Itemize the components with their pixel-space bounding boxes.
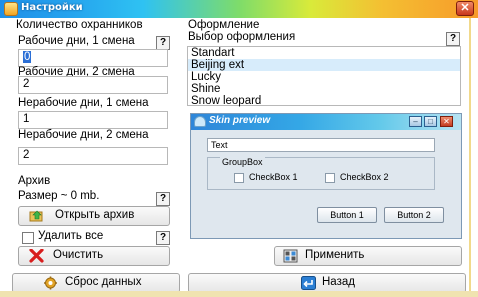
- appearance-heading: Оформление: [188, 19, 260, 31]
- reset-button[interactable]: Сброс данных: [12, 273, 180, 293]
- apply-label: Применить: [305, 249, 365, 261]
- red-x-icon: [29, 248, 44, 263]
- weekend2-label: Нерабочие дни, 2 смена: [18, 129, 149, 141]
- gear-icon: [43, 276, 58, 290]
- open-archive-label: Открыть архив: [55, 209, 135, 221]
- open-archive-button[interactable]: Открыть архив: [18, 206, 170, 226]
- delete-all-label: Удалить все: [38, 230, 104, 242]
- clear-button[interactable]: Очистить: [18, 246, 170, 266]
- preview-minimize-icon: –: [409, 116, 422, 127]
- preview-button-1: Button 1: [317, 207, 377, 223]
- back-label: Назад: [322, 276, 355, 288]
- skin-list-item-selected[interactable]: Beijing ext: [188, 59, 460, 71]
- preview-title: Skin preview: [209, 115, 271, 126]
- weekend1-label: Нерабочие дни, 1 смена: [18, 97, 149, 109]
- skin-list-item[interactable]: Lucky: [188, 71, 460, 83]
- help-icon[interactable]: ?: [156, 36, 170, 50]
- apply-grid-icon: [283, 249, 298, 263]
- window-bottom-border: [0, 291, 478, 297]
- help-icon[interactable]: ?: [156, 192, 170, 206]
- back-button[interactable]: Назад: [188, 273, 466, 293]
- preview-title-bar: Skin preview – □ ✕: [191, 114, 461, 130]
- reset-label: Сброс данных: [65, 276, 142, 288]
- skin-list-item[interactable]: Standart: [188, 47, 460, 59]
- preview-close-icon: ✕: [440, 116, 453, 127]
- preview-textbox: Text: [207, 138, 435, 152]
- settings-window: Настройки ✕ Количество охранников Рабочи…: [0, 0, 478, 297]
- skin-select-label: Выбор оформления: [188, 31, 296, 43]
- settings-app-icon: [4, 2, 18, 16]
- preview-groupbox-title: GroupBox: [220, 157, 265, 167]
- skin-list[interactable]: Standart Beijing ext Lucky Shine Snow le…: [187, 46, 461, 107]
- preview-checkbox-2: [325, 173, 335, 183]
- window-title: Настройки: [21, 2, 83, 13]
- help-icon[interactable]: ?: [156, 231, 170, 245]
- skin-list-item[interactable]: Shine: [188, 83, 460, 95]
- preview-maximize-icon: □: [424, 116, 437, 127]
- preview-checkbox-1-label: CheckBox 1: [249, 172, 298, 182]
- archive-heading: Архив: [18, 175, 51, 187]
- weekday1-field[interactable]: 0: [18, 49, 168, 67]
- preview-checkbox-2-label: CheckBox 2: [340, 172, 389, 182]
- back-arrow-icon: [301, 276, 316, 290]
- clear-label: Очистить: [53, 249, 104, 261]
- window-right-border: [469, 18, 471, 297]
- weekend1-field[interactable]: 1: [18, 111, 168, 129]
- weekday2-field[interactable]: 2: [18, 76, 168, 94]
- preview-app-icon: [194, 116, 206, 127]
- folder-up-icon: [29, 209, 44, 223]
- apply-button[interactable]: Применить: [274, 246, 462, 266]
- preview-button-2: Button 2: [384, 207, 444, 223]
- preview-checkbox-1: [234, 173, 244, 183]
- archive-size-text: Размер ~ 0 mb.: [18, 190, 100, 202]
- help-icon[interactable]: ?: [446, 32, 460, 46]
- delete-all-checkbox[interactable]: [22, 232, 34, 244]
- skin-preview-window: Skin preview – □ ✕ Text GroupBox CheckBo…: [190, 113, 462, 239]
- weekday1-label: Рабочие дни, 1 смена: [18, 35, 135, 47]
- weekend2-field[interactable]: 2: [18, 147, 168, 165]
- title-bar: Настройки ✕: [0, 0, 478, 18]
- skin-list-item[interactable]: Snow leopard: [188, 95, 460, 107]
- guards-heading: Количество охранников: [16, 19, 143, 31]
- preview-groupbox: GroupBox CheckBox 1 CheckBox 2: [207, 157, 435, 190]
- close-button[interactable]: ✕: [456, 1, 474, 16]
